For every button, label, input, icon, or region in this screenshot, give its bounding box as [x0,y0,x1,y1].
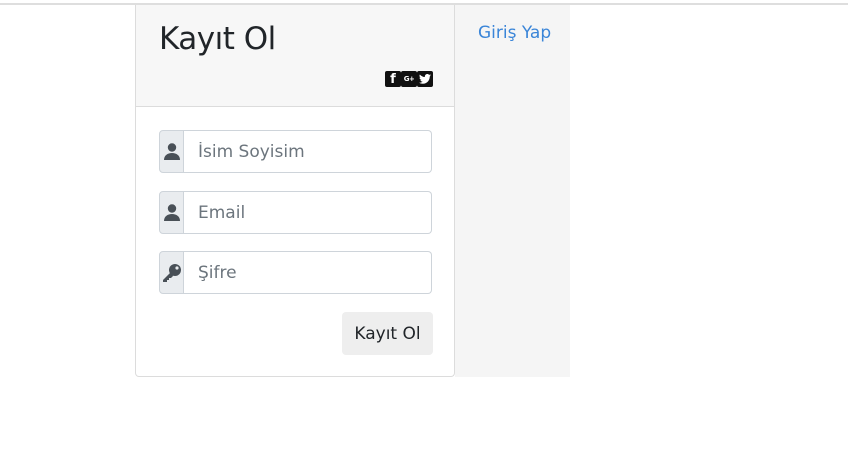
facebook-icon[interactable]: f [385,71,401,87]
page-title: Kayıt Ol [159,21,276,57]
register-card: Kayıt Ol f G+ Kayıt Ol [135,5,455,377]
social-icons: f G+ [385,71,433,87]
email-input[interactable] [184,191,432,234]
card-header: Kayıt Ol f G+ [136,5,454,107]
password-input[interactable] [184,251,432,294]
password-input-group [159,251,432,294]
email-input-group [159,191,432,234]
key-icon [159,251,184,294]
user-icon [159,130,184,173]
register-button[interactable]: Kayıt Ol [342,312,433,355]
login-link[interactable]: Giriş Yap [478,23,551,43]
twitter-icon[interactable] [417,71,433,87]
name-input[interactable] [184,130,432,173]
user-icon [159,191,184,234]
name-input-group [159,130,432,173]
google-plus-icon[interactable]: G+ [401,71,417,87]
side-panel: Giriş Yap [455,5,570,377]
